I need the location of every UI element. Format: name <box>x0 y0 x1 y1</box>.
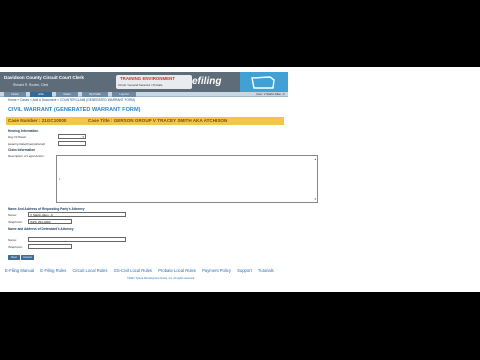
case-number: Case Number : 21GC10000 <box>8 118 67 123</box>
cancel-button[interactable]: Cancel <box>21 255 34 260</box>
case-title: Case Title : GERSON GROUP V TRACEY SMITH… <box>88 118 228 123</box>
main-nav: Home eFile Cases My Profile Log Out User… <box>0 92 288 97</box>
breadcrumb-add-document[interactable]: Add a Document <box>33 98 57 102</box>
plaintiff-attorney-name-input[interactable]: V Starlin Allen, Jr <box>28 212 126 217</box>
copyright: ©2021 Tybera Development Group, Inc. All… <box>127 277 195 280</box>
case-info-bar: Case Number : 21GC10000 Case Title : GER… <box>6 117 284 125</box>
legal-action-label: Description of Legal Action: <box>8 154 45 158</box>
footer-links: E-Filing Manual E-Filing Rules Circuit L… <box>5 268 279 273</box>
environment-panel: TRAINING ENVIRONMENT Circuit / General S… <box>116 75 192 89</box>
hearing-datetime-label: Hearing Date/time(optional): <box>8 142 46 146</box>
current-user: User: V Starlin Allen, Jr <box>256 92 285 96</box>
scroll-down-icon[interactable]: ▾ <box>314 197 316 201</box>
tab-log-out[interactable]: Log Out <box>112 92 136 97</box>
browser-viewport: Davidson County Circuit Court Clerk Rich… <box>0 67 480 292</box>
efiling-brand: efiling <box>192 76 222 87</box>
footer-link-tutorials[interactable]: Tutorials <box>258 268 274 273</box>
footer-link-circuit-rules[interactable]: Circuit Local Rules <box>73 268 108 273</box>
defendant-attorney-name-input[interactable] <box>28 237 126 242</box>
environment-label: TRAINING ENVIRONMENT <box>120 76 175 81</box>
legal-action-textarea[interactable]: I ▴ ▾ <box>56 155 318 203</box>
tab-home[interactable]: Home <box>4 92 26 97</box>
day-of-week-label: Day Of Week: <box>8 135 27 139</box>
claim-section-heading: Claim Information <box>8 148 36 152</box>
defendant-attorney-phone-input[interactable] <box>28 244 72 249</box>
tab-efile[interactable]: eFile <box>30 92 52 97</box>
defendant-attorney-heading: Name and Address of Defendant's Attorney <box>8 227 74 231</box>
plaintiff-phone-label: Telephone: <box>8 220 23 224</box>
tab-my-profile[interactable]: My Profile <box>82 92 108 97</box>
chevron-down-icon: ▾ <box>82 135 84 139</box>
plaintiff-attorney-phone-input[interactable]: (615) 254-4282 <box>28 219 72 224</box>
court-areas: Circuit / General Sessions / Probate <box>118 83 163 87</box>
breadcrumb: Home » Cases » Add a Document » COUNTERC… <box>8 98 135 102</box>
tennessee-state-icon <box>251 76 275 89</box>
day-of-week-select[interactable]: ▾ <box>58 134 86 139</box>
footer-link-support[interactable]: Support <box>237 268 252 273</box>
site-header: Davidson County Circuit Court Clerk Rich… <box>0 72 288 92</box>
next-button[interactable]: Next <box>8 255 20 260</box>
clerk-name: Richard R. Rooker, Clerk <box>13 83 49 87</box>
logo <box>240 72 288 92</box>
footer-link-efiling-rules[interactable]: E-Filing Rules <box>40 268 66 273</box>
tab-cases[interactable]: Cases <box>56 92 78 97</box>
footer-link-gs-civil-rules[interactable]: GS-Civil Local Rules <box>114 268 152 273</box>
text-cursor-icon: I <box>59 177 60 181</box>
defendant-name-label: Name: <box>8 238 17 242</box>
hearing-section-heading: Hearing Information <box>8 129 39 133</box>
efiling-page: Davidson County Circuit Court Clerk Rich… <box>0 67 318 292</box>
hearing-datetime-input[interactable] <box>58 141 86 146</box>
copyright-text: 2021 Tybera Development Group, Inc. All … <box>128 277 195 280</box>
footer-link-probate-rules[interactable]: Probate Local Rules <box>158 268 196 273</box>
plaintiff-name-label: Name: <box>8 213 17 217</box>
breadcrumb-cases[interactable]: Cases <box>20 98 29 102</box>
page-title: CIVIL WARRANT (GENERATED WARRANT FORM) <box>8 107 141 113</box>
defendant-phone-label: Telephone: <box>8 245 23 249</box>
breadcrumb-current: COUNTERCLAIM (GENERATED WARRANT FORM) <box>59 98 136 102</box>
court-name: Davidson County Circuit Court Clerk <box>4 75 84 80</box>
plaintiff-attorney-heading: Name And Address of Requesting Party's A… <box>8 207 85 211</box>
breadcrumb-home[interactable]: Home <box>8 98 17 102</box>
footer-link-payment-policy[interactable]: Payment Policy <box>202 268 231 273</box>
scroll-up-icon[interactable]: ▴ <box>314 157 316 161</box>
footer-link-efiling-manual[interactable]: E-Filing Manual <box>5 268 34 273</box>
